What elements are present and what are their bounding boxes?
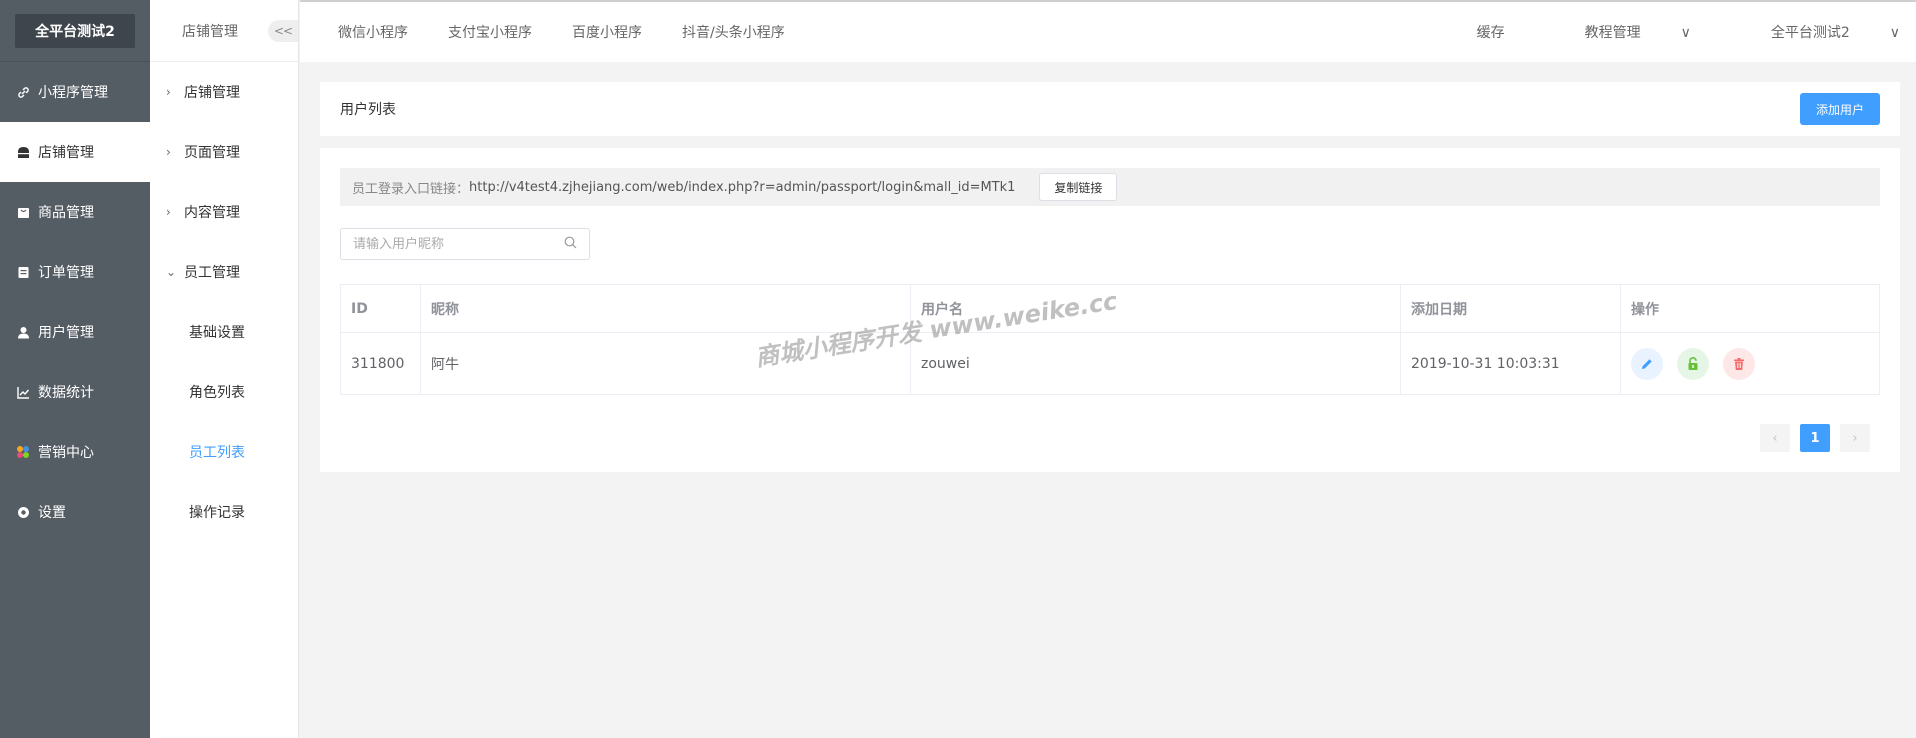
goods-icon [16,205,30,219]
unlock-icon [1688,356,1698,370]
chevron-down-icon: ∨ [1889,25,1900,41]
page-title: 用户列表 [340,102,396,118]
trash-icon [1734,357,1744,370]
unlock-button[interactable] [1677,347,1709,380]
sidebar-item-label: 用户管理 [38,325,94,341]
tab-wechat[interactable]: 微信小程序 [318,22,428,42]
tutorial-menu[interactable]: 教程管理 ∨ [1545,22,1691,42]
cell-date: 2019-10-31 10:03:31 [1400,332,1621,395]
sub-sidebar-title: 店铺管理 [182,23,238,40]
table-row: 311800 阿牛 zouwei 2019-10-31 10:03:31 [340,332,1880,395]
submenu-item-staff[interactable]: ⌄ 员工管理 [150,242,298,302]
submenu-item-staff-list[interactable]: 员工列表 [150,422,298,482]
column-header-actions: 操作 [1620,284,1880,333]
login-link-label: 员工登录入口链接： [352,181,470,197]
sub-nav: › 店铺管理 › 页面管理 › 内容管理 ⌄ 员工管理 基础设置 角色列表 员工… [150,62,298,542]
pencil-icon [1642,358,1652,369]
top-bar-right: 缓存 教程管理 ∨ 全平台测试2 ∨ [1437,22,1916,42]
user-icon [16,325,30,339]
cell-id: 311800 [340,332,421,395]
brand-area: 全平台测试2 [0,0,150,62]
submenu-item-label: 店铺管理 [184,85,240,101]
column-header-nickname: 昵称 [420,284,911,333]
sidebar-item-label: 设置 [38,505,66,521]
submenu-item-content[interactable]: › 内容管理 [150,182,298,242]
chevron-right-icon: › [166,85,171,99]
sidebar-item-goods[interactable]: 商品管理 [0,182,150,242]
cache-link[interactable]: 缓存 [1477,22,1505,42]
search-box [340,228,590,260]
sidebar-item-marketing[interactable]: 营销中心 [0,422,150,482]
sidebar-item-label: 小程序管理 [38,85,108,101]
chevron-right-icon: › [166,145,171,159]
sidebar-item-store[interactable]: 店铺管理 [0,122,150,182]
table-header-row: ID 昵称 用户名 添加日期 操作 [340,284,1880,333]
gear-icon [16,505,30,519]
search-icon[interactable] [564,236,577,253]
sidebar-item-label: 订单管理 [38,265,94,281]
submenu-item-label: 页面管理 [184,145,240,161]
chevron-right-icon: › [166,205,171,219]
sidebar-item-label: 数据统计 [38,385,94,401]
edit-button[interactable] [1631,347,1663,380]
platform-tabs: 微信小程序 支付宝小程序 百度小程序 抖音/头条小程序 [318,22,805,42]
sidebar-item-stats[interactable]: 数据统计 [0,362,150,422]
sidebar-item-miniprogram[interactable]: 小程序管理 [0,62,150,122]
sidebar-item-label: 营销中心 [38,445,94,461]
tab-baidu[interactable]: 百度小程序 [552,22,662,42]
cell-actions [1620,332,1880,395]
sub-sidebar-header: 店铺管理 << [150,0,298,62]
link-icon [16,85,30,99]
chevron-down-icon: ∨ [1680,25,1691,41]
account-menu[interactable]: 全平台测试2 ∨ [1731,22,1900,42]
add-user-button[interactable]: 添加用户 [1799,93,1880,125]
page-number-current[interactable]: 1 [1800,424,1830,452]
sidebar-item-label: 店铺管理 [38,145,94,161]
submenu-item-operation-log[interactable]: 操作记录 [150,482,298,542]
submenu-item-label: 员工管理 [184,265,240,281]
sidebar-item-label: 商品管理 [38,205,94,221]
sidebar-item-orders[interactable]: 订单管理 [0,242,150,302]
main-sidebar: 全平台测试2 小程序管理 店铺管理 商品管理 订单管理 用户管理 数据统计 营销… [0,0,150,738]
marketing-icon [16,445,30,459]
top-bar: 微信小程序 支付宝小程序 百度小程序 抖音/头条小程序 缓存 教程管理 ∨ 全平台… [300,0,1916,62]
tab-alipay[interactable]: 支付宝小程序 [428,22,552,42]
row-actions [1631,347,1869,380]
prev-page-button[interactable]: ‹ [1760,424,1790,452]
submenu-item-basic-settings[interactable]: 基础设置 [150,302,298,362]
login-link-url: http://v4test4.zjhejiang.com/web/index.p… [469,179,1016,195]
collapse-button[interactable]: << [268,20,298,42]
sub-sidebar: 店铺管理 << › 店铺管理 › 页面管理 › 内容管理 ⌄ 员工管理 基础设置… [150,0,299,738]
column-header-id: ID [340,284,421,333]
tab-douyin[interactable]: 抖音/头条小程序 [662,22,805,42]
chevron-down-icon: ⌄ [166,265,177,279]
copy-link-button[interactable]: 复制链接 [1039,173,1118,201]
delete-button[interactable] [1723,347,1755,380]
sidebar-item-settings[interactable]: 设置 [0,482,150,542]
user-table: ID 昵称 用户名 添加日期 操作 311800 阿牛 zouwei 2019-… [340,284,1880,395]
page-header-card: 用户列表 添加用户 [320,82,1900,136]
pagination: ‹ 1 › [1760,424,1870,452]
main-card: 员工登录入口链接： http://v4test4.zjhejiang.com/w… [320,148,1900,472]
column-header-date: 添加日期 [1400,284,1621,333]
cell-nickname: 阿牛 [420,332,911,395]
submenu-item-store[interactable]: › 店铺管理 [150,62,298,122]
search-input[interactable] [353,236,564,252]
cell-username: zouwei [910,332,1401,395]
next-page-button[interactable]: › [1840,424,1870,452]
chart-icon [16,385,30,399]
login-link-bar: 员工登录入口链接： http://v4test4.zjhejiang.com/w… [340,168,1880,206]
submenu-item-label: 内容管理 [184,205,240,221]
sidebar-item-users[interactable]: 用户管理 [0,302,150,362]
store-icon [16,145,30,159]
order-icon [16,265,30,279]
submenu-item-pages[interactable]: › 页面管理 [150,122,298,182]
brand-logo[interactable]: 全平台测试2 [15,13,135,48]
account-label: 全平台测试2 [1770,25,1850,41]
column-header-username: 用户名 [910,284,1401,333]
main-nav: 小程序管理 店铺管理 商品管理 订单管理 用户管理 数据统计 营销中心 设置 [0,62,150,542]
tutorial-label: 教程管理 [1584,25,1641,41]
submenu-item-role-list[interactable]: 角色列表 [150,362,298,422]
